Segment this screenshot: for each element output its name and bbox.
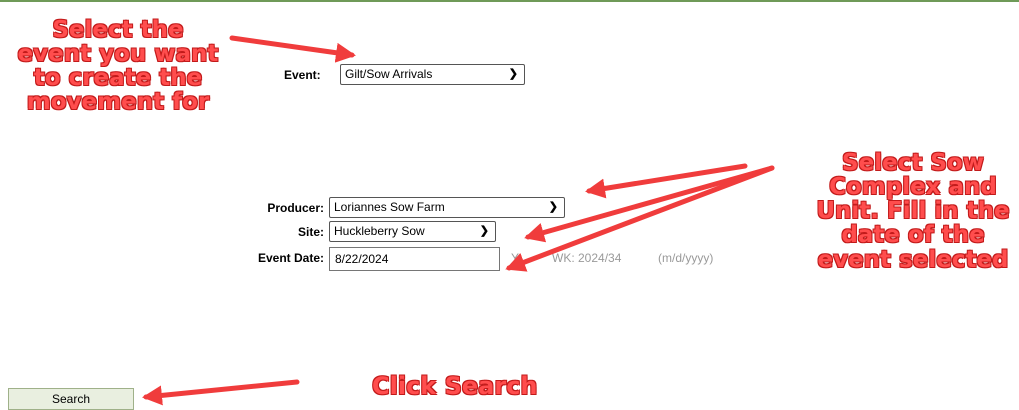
callout-line: event selected: [817, 246, 1009, 273]
arrow-to-event-select: [229, 35, 356, 63]
callout-line: event you want: [17, 41, 219, 68]
callout-line: date of the: [841, 222, 985, 249]
callout-select-sow: Select Sow Complex and Unit. Fill in the…: [810, 151, 1016, 272]
arrow-to-site-select: [524, 165, 775, 243]
callout-line: to create the: [33, 65, 203, 92]
arrow-to-search-button: [142, 379, 300, 406]
callout-line: Complex and: [829, 174, 997, 201]
callout-line: movement for: [26, 89, 210, 116]
callout-select-event: Select the event you want to create the …: [10, 18, 226, 115]
callout-line: Select Sow: [842, 150, 984, 176]
callout-line: Unit. Fill in the: [816, 198, 1010, 225]
callout-click-search: Click Search: [372, 372, 538, 400]
callout-line: Select the: [52, 17, 184, 43]
